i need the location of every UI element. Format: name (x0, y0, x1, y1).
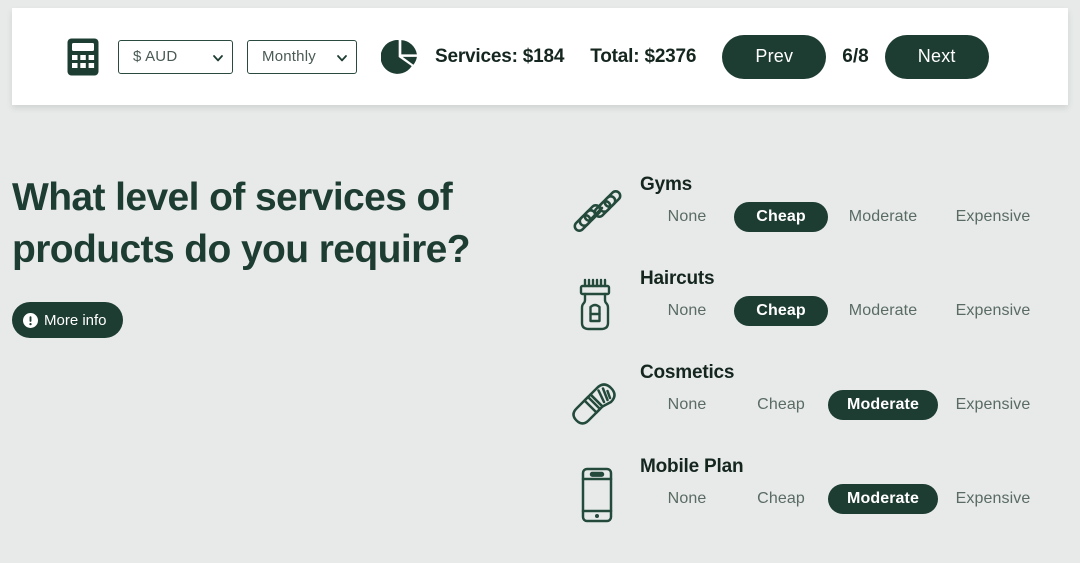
option-label: Haircuts (640, 268, 715, 289)
choice-none[interactable]: None (640, 390, 734, 420)
choice-expensive[interactable]: Expensive (938, 296, 1048, 326)
choice-group: None Cheap Moderate Expensive (640, 484, 1066, 514)
choice-moderate[interactable]: Moderate (828, 390, 938, 420)
frequency-select[interactable]: Monthly (247, 39, 357, 74)
option-row-haircuts: Haircuts None Cheap Moderate Expensive (566, 266, 1066, 360)
options-list: Gyms None Cheap Moderate Expensive Hairc… (566, 172, 1066, 548)
choice-cheap[interactable]: Cheap (734, 202, 828, 232)
choice-group: None Cheap Moderate Expensive (640, 390, 1066, 420)
option-body: Haircuts None Cheap Moderate Expensive (640, 266, 1066, 326)
frequency-select-value: Monthly (262, 48, 316, 65)
option-body: Cosmetics None Cheap Moderate Expensive (640, 360, 1066, 420)
choice-group: None Cheap Moderate Expensive (640, 296, 1066, 326)
choice-expensive[interactable]: Expensive (938, 484, 1048, 514)
grand-total: Total: $2376 (590, 45, 697, 67)
prev-button[interactable]: Prev (722, 34, 827, 79)
option-label: Mobile Plan (640, 456, 744, 477)
option-row-mobile-plan: Mobile Plan None Cheap Moderate Expensiv… (566, 454, 1066, 548)
choice-group: None Cheap Moderate Expensive (640, 202, 1066, 232)
exclamation-circle-icon (23, 312, 38, 328)
page-indicator: 6/8 (842, 45, 869, 67)
option-label: Cosmetics (640, 362, 735, 383)
choice-expensive[interactable]: Expensive (938, 390, 1048, 420)
chevron-down-icon (336, 51, 347, 61)
choice-cheap[interactable]: Cheap (734, 390, 828, 420)
next-button[interactable]: Next (884, 34, 989, 79)
more-info-label: More info (44, 311, 107, 329)
pie-chart-icon (380, 38, 419, 76)
choice-none[interactable]: None (640, 202, 734, 232)
currency-select-value: $ AUD (133, 48, 178, 65)
makeup-brush-icon (566, 370, 628, 436)
question-panel: What level of services of products do yo… (12, 172, 512, 338)
option-row-cosmetics: Cosmetics None Cheap Moderate Expensive (566, 360, 1066, 454)
page-title: What level of services of products do yo… (12, 176, 471, 271)
dumbbell-icon (566, 182, 628, 248)
more-info-button[interactable]: More info (12, 302, 123, 338)
choice-none[interactable]: None (640, 296, 734, 326)
option-body: Mobile Plan None Cheap Moderate Expensiv… (640, 454, 1066, 514)
choice-cheap[interactable]: Cheap (734, 296, 828, 326)
chevron-down-icon (212, 51, 223, 61)
calculator-icon (66, 37, 100, 77)
hair-clipper-icon (566, 276, 628, 342)
choice-moderate[interactable]: Moderate (828, 296, 938, 326)
choice-moderate[interactable]: Moderate (828, 484, 938, 514)
choice-moderate[interactable]: Moderate (828, 202, 938, 232)
smartphone-icon (566, 464, 628, 530)
option-row-gyms: Gyms None Cheap Moderate Expensive (566, 172, 1066, 266)
top-toolbar: $ AUD Monthly Services: $184 Total: $237… (12, 8, 1068, 105)
choice-cheap[interactable]: Cheap (734, 484, 828, 514)
option-label: Gyms (640, 174, 693, 195)
choice-none[interactable]: None (640, 484, 734, 514)
option-body: Gyms None Cheap Moderate Expensive (640, 172, 1066, 232)
choice-expensive[interactable]: Expensive (938, 202, 1048, 232)
currency-select[interactable]: $ AUD (118, 39, 233, 74)
services-total: Services: $184 (435, 45, 565, 67)
